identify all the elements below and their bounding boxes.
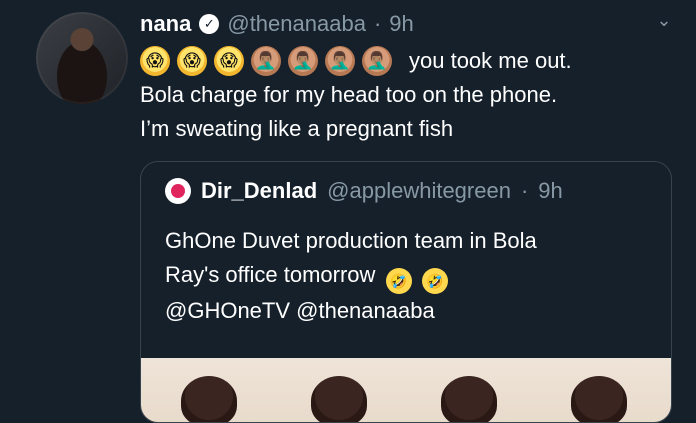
scream-emoji-icon: 😱 xyxy=(214,46,244,76)
person-head-icon xyxy=(571,376,627,422)
chevron-down-icon[interactable]: ⌄ xyxy=(654,10,674,30)
person-head-icon xyxy=(181,376,237,422)
facepalm-emoji-icon: 🤦🏽‍♂️ xyxy=(288,46,318,76)
quoted-username[interactable]: @applewhitegreen xyxy=(327,178,511,204)
quoted-line-3[interactable]: @GHOneTV @thenanaaba xyxy=(165,294,635,328)
quoted-text: GhOne Duvet production team in Bola Ray'… xyxy=(165,224,635,328)
scream-emoji-icon: 😱 xyxy=(140,46,170,76)
scream-emoji-icon: 😱 xyxy=(177,46,207,76)
person-head-icon xyxy=(441,376,497,422)
tweet-card[interactable]: nana ✓ @thenanaaba · 9h ⌄ 😱 😱 😱 🤦🏽‍♂️ 🤦🏽… xyxy=(0,0,696,423)
quoted-line-2: Ray's office tomorrow 🤣 🤣 xyxy=(165,258,635,294)
quoted-avatar[interactable] xyxy=(165,178,191,204)
quoted-line-1: GhOne Duvet production team in Bola xyxy=(165,228,537,253)
tweet-line-1: you took me out. xyxy=(409,48,572,73)
facepalm-emoji-icon: 🤦🏽‍♂️ xyxy=(251,46,281,76)
quoted-tweet[interactable]: Dir_Denlad @applewhitegreen · 9h GhOne D… xyxy=(140,161,672,423)
facepalm-emoji-icon: 🤦🏽‍♂️ xyxy=(325,46,355,76)
quoted-media-image[interactable] xyxy=(141,358,671,422)
display-name[interactable]: nana xyxy=(140,11,191,37)
timestamp[interactable]: 9h xyxy=(389,11,413,37)
facepalm-emoji-icon: 🤦🏽‍♂️ xyxy=(362,46,392,76)
rolling-laughing-emoji-icon: 🤣 xyxy=(385,268,412,294)
tweet-line-2: Bola charge for my head too on the phone… xyxy=(140,82,558,107)
quoted-timestamp[interactable]: 9h xyxy=(538,178,562,204)
tweet-line-3: I’m sweating like a pregnant fish xyxy=(140,116,454,141)
person-head-icon xyxy=(311,376,367,422)
emoji-line: 😱 😱 😱 🤦🏽‍♂️ 🤦🏽‍♂️ 🤦🏽‍♂️ 🤦🏽‍♂️ you took m… xyxy=(140,44,680,78)
dot-separator: · xyxy=(373,11,382,36)
quoted-display-name[interactable]: Dir_Denlad xyxy=(201,178,317,204)
quoted-line-2-text: Ray's office tomorrow xyxy=(165,262,376,287)
rolling-laughing-emoji-icon: 🤣 xyxy=(421,268,448,294)
verified-badge-icon: ✓ xyxy=(199,14,220,34)
quoted-header: Dir_Denlad @applewhitegreen · 9h xyxy=(165,178,563,204)
tweet-header: nana ✓ @thenanaaba · 9h xyxy=(140,8,414,40)
avatar[interactable] xyxy=(36,12,128,104)
quoted-dot-separator: · xyxy=(520,178,529,203)
tweet-text: 😱 😱 😱 🤦🏽‍♂️ 🤦🏽‍♂️ 🤦🏽‍♂️ 🤦🏽‍♂️ you took m… xyxy=(140,44,680,146)
username-handle[interactable]: @thenanaaba xyxy=(227,11,366,37)
